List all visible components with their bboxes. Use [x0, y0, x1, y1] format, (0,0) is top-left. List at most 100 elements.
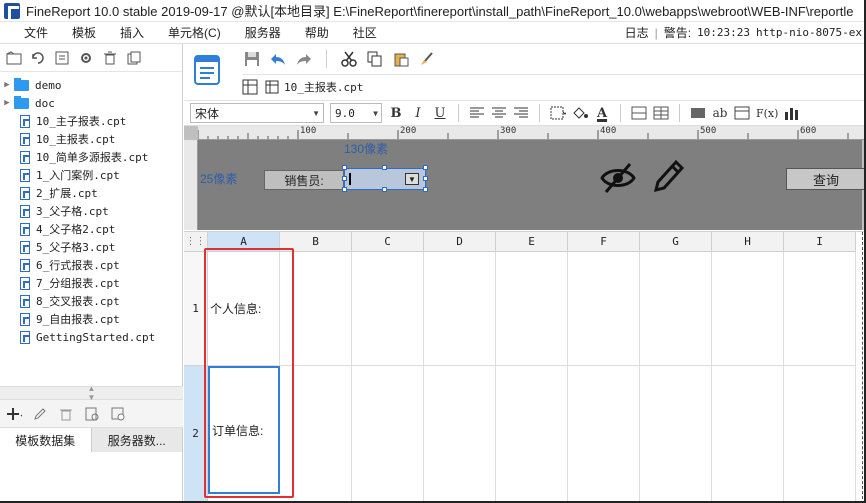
- menu-server[interactable]: 服务器: [233, 24, 293, 41]
- bold-button[interactable]: B: [388, 104, 404, 122]
- text-button[interactable]: ab: [712, 104, 728, 122]
- salesperson-label[interactable]: 销售员:: [264, 170, 344, 190]
- column-header-b[interactable]: B: [280, 232, 352, 252]
- tree-folder-demo[interactable]: ▶ demo: [0, 76, 182, 94]
- insert-image-icon[interactable]: [734, 105, 750, 121]
- tree-file[interactable]: 8_交叉报表.cpt: [0, 292, 182, 310]
- dataset-settings-icon[interactable]: [110, 406, 126, 422]
- preview-icon[interactable]: [84, 406, 100, 422]
- expand-arrow-icon[interactable]: ▶: [0, 80, 14, 90]
- grid-view-icon[interactable]: [242, 79, 258, 95]
- insert-chart-icon[interactable]: [784, 105, 800, 121]
- query-button[interactable]: 查询: [786, 168, 866, 190]
- undo-icon[interactable]: [270, 51, 286, 67]
- alarm-text[interactable]: http-nio-8075-ex: [756, 26, 862, 39]
- cell-e2[interactable]: [496, 366, 568, 502]
- cell-i1[interactable]: [784, 252, 856, 366]
- log-button[interactable]: 日志: [625, 24, 649, 41]
- template-info-icon[interactable]: [54, 50, 70, 66]
- column-header-h[interactable]: H: [712, 232, 784, 252]
- column-header-e[interactable]: E: [496, 232, 568, 252]
- tree-folder-doc[interactable]: ▶ doc: [0, 94, 182, 112]
- settings-icon[interactable]: [78, 50, 94, 66]
- refresh-icon[interactable]: [30, 50, 46, 66]
- menu-community[interactable]: 社区: [341, 24, 389, 41]
- italic-button[interactable]: I: [410, 104, 426, 122]
- tab-template-dataset[interactable]: 模板数据集: [0, 428, 92, 452]
- dropdown-arrow-icon[interactable]: ▼: [405, 173, 419, 185]
- resize-handle[interactable]: [382, 187, 387, 192]
- resize-handle[interactable]: [423, 187, 428, 192]
- delete-dataset-icon[interactable]: [58, 406, 74, 422]
- insert-field-icon[interactable]: [690, 105, 706, 121]
- cell-f2[interactable]: [568, 366, 640, 502]
- paste-icon[interactable]: [393, 51, 409, 67]
- font-color-button[interactable]: A: [594, 104, 610, 122]
- cell-g2[interactable]: [640, 366, 712, 502]
- cell-b1[interactable]: [280, 252, 352, 366]
- resize-handle[interactable]: [342, 176, 347, 181]
- tree-file[interactable]: 9_自由报表.cpt: [0, 310, 182, 328]
- cell-i2[interactable]: [784, 366, 856, 502]
- cell-c1[interactable]: [352, 252, 424, 366]
- cell-c2[interactable]: [352, 366, 424, 502]
- merge-cells-icon[interactable]: [631, 105, 647, 121]
- select-all-corner[interactable]: ⋮⋮: [184, 232, 208, 252]
- tab-main-report[interactable]: 10_主报表.cpt: [258, 79, 369, 95]
- template-design-icon[interactable]: [184, 44, 230, 96]
- fill-color-icon[interactable]: [572, 105, 588, 121]
- copy-icon[interactable]: [126, 50, 142, 66]
- underline-button[interactable]: U: [432, 104, 448, 122]
- cell-e1[interactable]: [496, 252, 568, 366]
- column-header-a[interactable]: A: [208, 232, 280, 252]
- tree-file[interactable]: 1_入门案例.cpt: [0, 166, 182, 184]
- font-family-select[interactable]: 宋体 ▼: [190, 103, 324, 123]
- resize-handle[interactable]: [423, 176, 428, 181]
- delete-icon[interactable]: [102, 50, 118, 66]
- redo-icon[interactable]: [296, 51, 312, 67]
- column-header-i[interactable]: I: [784, 232, 856, 252]
- panel-splitter[interactable]: ▲ ▼: [0, 384, 183, 402]
- cell-d2[interactable]: [424, 366, 496, 502]
- menu-help[interactable]: 帮助: [293, 24, 341, 41]
- eye-off-icon[interactable]: [600, 160, 636, 196]
- menu-insert[interactable]: 插入: [108, 24, 156, 41]
- align-center-icon[interactable]: [491, 105, 507, 121]
- tree-file[interactable]: 10_主子报表.cpt: [0, 112, 182, 130]
- menu-cell[interactable]: 单元格(C): [156, 24, 233, 41]
- tree-file[interactable]: GettingStarted.cpt: [0, 328, 182, 346]
- copy-icon[interactable]: [367, 51, 383, 67]
- resize-handle[interactable]: [342, 187, 347, 192]
- parameter-canvas[interactable]: 130像素 25像素 销售员: ▼ 查询: [198, 140, 866, 230]
- tree-file[interactable]: 4_父子格2.cpt: [0, 220, 182, 238]
- resize-handle[interactable]: [342, 165, 347, 170]
- tree-file[interactable]: 5_父子格3.cpt: [0, 238, 182, 256]
- resize-handle[interactable]: [423, 165, 428, 170]
- formula-button[interactable]: F(x): [756, 104, 778, 122]
- save-icon[interactable]: [244, 51, 260, 67]
- tree-file[interactable]: 10_简单多源报表.cpt: [0, 148, 182, 166]
- column-header-f[interactable]: F: [568, 232, 640, 252]
- row-header-1[interactable]: 1: [184, 252, 208, 366]
- format-painter-icon[interactable]: [419, 51, 435, 67]
- align-right-icon[interactable]: [513, 105, 529, 121]
- pencil-icon[interactable]: [652, 158, 686, 194]
- tree-file[interactable]: 10_主报表.cpt: [0, 130, 182, 148]
- border-icon[interactable]: [550, 105, 566, 121]
- column-header-c[interactable]: C: [352, 232, 424, 252]
- tree-file[interactable]: 7_分组报表.cpt: [0, 274, 182, 292]
- column-header-g[interactable]: G: [640, 232, 712, 252]
- cell-f1[interactable]: [568, 252, 640, 366]
- edit-icon[interactable]: [32, 406, 48, 422]
- row-header-2[interactable]: 2: [184, 366, 208, 502]
- expand-arrow-icon[interactable]: ▶: [0, 98, 14, 108]
- font-size-select[interactable]: 9.0 ▼: [330, 103, 382, 123]
- unmerge-cells-icon[interactable]: [653, 105, 669, 121]
- cell-h1[interactable]: [712, 252, 784, 366]
- cell-a2[interactable]: 订单信息:: [208, 366, 280, 494]
- cell-g1[interactable]: [640, 252, 712, 366]
- cell-h2[interactable]: [712, 366, 784, 502]
- column-header-d[interactable]: D: [424, 232, 496, 252]
- tab-server-dataset[interactable]: 服务器数...: [91, 428, 183, 452]
- new-folder-icon[interactable]: [6, 50, 22, 66]
